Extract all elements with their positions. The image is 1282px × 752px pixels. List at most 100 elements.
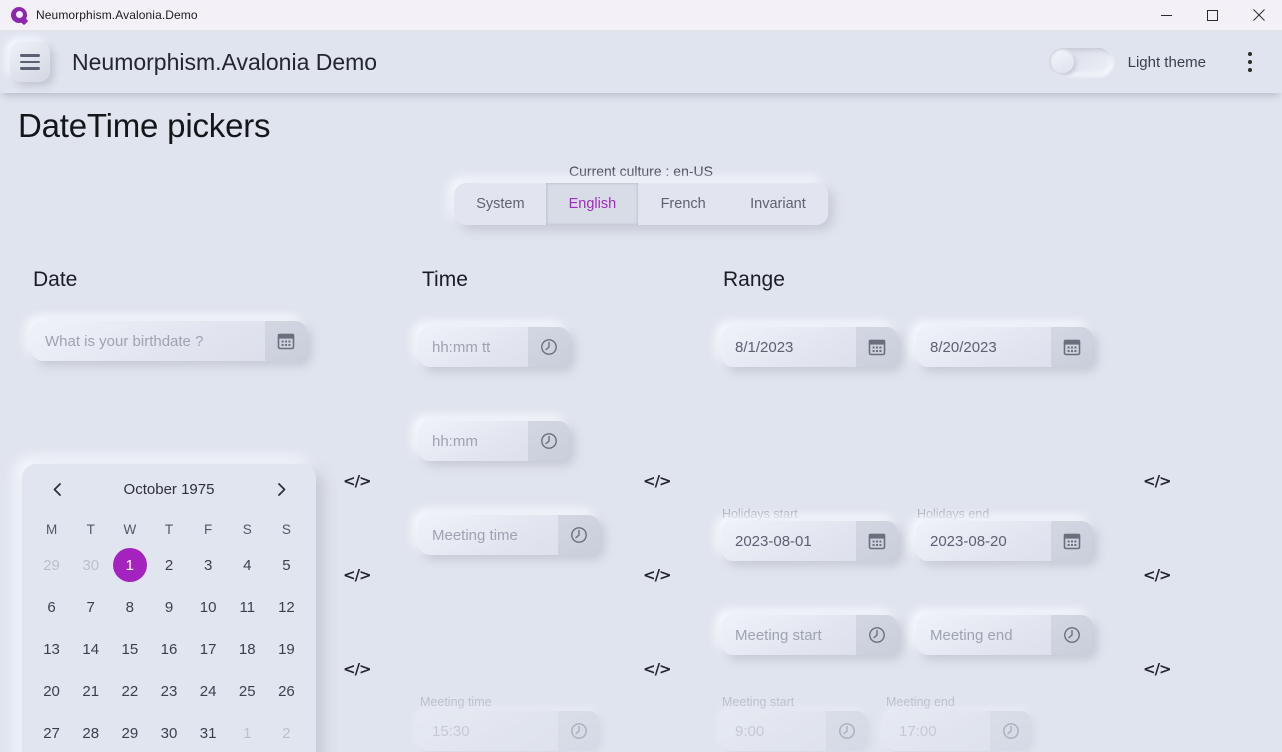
range-start-picker[interactable]: 8/1/2023 (721, 327, 898, 367)
culture-tab-system[interactable]: System (454, 183, 546, 225)
calendar-icon[interactable] (265, 321, 307, 361)
calendar-selected-day[interactable]: 1 (112, 548, 147, 582)
app-header: Neumorphism.Avalonia Demo Light theme (0, 31, 1282, 93)
clock-icon[interactable] (558, 515, 600, 555)
clock-glyph (869, 627, 885, 643)
code-icon-date-1[interactable]: </> (343, 472, 372, 490)
overflow-menu-button[interactable] (1228, 40, 1272, 84)
meeting-end-picker[interactable]: Meeting end (916, 615, 1093, 655)
code-icon-date-2[interactable]: </> (343, 566, 372, 584)
time-24h-input[interactable]: hh:mm (418, 421, 528, 461)
culture-tab-invariant[interactable]: Invariant (728, 183, 828, 225)
range-start-value[interactable]: 8/1/2023 (721, 327, 856, 367)
hamburger-line (20, 60, 40, 64)
calendar-day-cell[interactable]: 27 (32, 712, 71, 752)
meeting-start-input[interactable]: Meeting start (721, 615, 856, 655)
calendar-day-cell[interactable]: 6 (32, 586, 71, 628)
calendar-day-cell[interactable]: 14 (71, 628, 110, 670)
meeting-start-picker[interactable]: Meeting start (721, 615, 898, 655)
birthdate-picker[interactable]: What is your birthdate ? (31, 321, 307, 361)
culture-tab-french[interactable]: French (638, 183, 728, 225)
calendar-day-cell[interactable]: 11 (228, 586, 267, 628)
clock-icon (990, 711, 1032, 751)
calendar-day-cell[interactable]: 1 (110, 544, 149, 586)
kebab-dot (1248, 68, 1252, 72)
calendar-day-cell[interactable]: 8 (110, 586, 149, 628)
calendar-day-cell[interactable]: 22 (110, 670, 149, 712)
meeting-end-input[interactable]: Meeting end (916, 615, 1051, 655)
calendar-day-cell[interactable]: 31 (189, 712, 228, 752)
code-icon-time-2[interactable]: </> (643, 566, 672, 584)
calendar-icon[interactable] (856, 327, 898, 367)
calendar-day-cell[interactable]: 9 (149, 586, 188, 628)
calendar-popup: October 1975 M T W T F S S 29 30 1 2 3 4 5 6 7 8 9… (22, 464, 316, 752)
holidays-start-label: Holidays start (722, 507, 798, 521)
range-end-value[interactable]: 8/20/2023 (916, 327, 1051, 367)
calendar-day-cell[interactable]: 19 (267, 628, 306, 670)
code-icon-time-1[interactable]: </> (643, 472, 672, 490)
calendar-icon[interactable] (1051, 521, 1093, 561)
minimize-button[interactable] (1143, 0, 1189, 31)
calendar-icon[interactable] (856, 521, 898, 561)
calendar-day-cell[interactable]: 21 (71, 670, 110, 712)
code-icon-date-3[interactable]: </> (343, 660, 372, 678)
calendar-day-cell[interactable]: 25 (228, 670, 267, 712)
calendar-icon[interactable] (1051, 327, 1093, 367)
calendar-day-cell[interactable]: 13 (32, 628, 71, 670)
meeting-time-picker[interactable]: Meeting time (418, 515, 600, 555)
time-picker-24h[interactable]: hh:mm (418, 421, 570, 461)
calendar-dow: F (204, 521, 213, 537)
calendar-day-cell[interactable]: 20 (32, 670, 71, 712)
calendar-day-cell[interactable]: 10 (189, 586, 228, 628)
calendar-day-cell[interactable]: 17 (189, 628, 228, 670)
calendar-day-cell[interactable]: 23 (149, 670, 188, 712)
clock-icon[interactable] (528, 421, 570, 461)
birthdate-input[interactable]: What is your birthdate ? (31, 321, 265, 361)
culture-tab-english[interactable]: English (546, 183, 639, 225)
maximize-button[interactable] (1189, 0, 1235, 31)
code-icon-range-3[interactable]: </> (1143, 660, 1172, 678)
meeting-time-input[interactable]: Meeting time (418, 515, 558, 555)
calendar-day-cell[interactable]: 15 (110, 628, 149, 670)
chevron-left-icon (53, 482, 61, 496)
time-picker-12h[interactable]: hh:mm tt (418, 327, 570, 367)
clock-icon[interactable] (528, 327, 570, 367)
menu-hamburger-icon[interactable] (10, 42, 50, 82)
holidays-start-value[interactable]: 2023-08-01 (721, 521, 856, 561)
close-button[interactable] (1235, 0, 1282, 31)
clock-icon (826, 711, 868, 751)
time-12h-input[interactable]: hh:mm tt (418, 327, 528, 367)
calendar-day-cell[interactable]: 26 (267, 670, 306, 712)
calendar-next-month-button[interactable] (268, 476, 294, 502)
code-icon-range-2[interactable]: </> (1143, 566, 1172, 584)
holidays-start-picker[interactable]: 2023-08-01 (721, 521, 898, 561)
calendar-day-cell[interactable]: 16 (149, 628, 188, 670)
meeting-start-disabled-label: Meeting start (722, 695, 795, 709)
calendar-day-cell[interactable]: 3 (189, 544, 228, 586)
clock-glyph (571, 723, 587, 739)
calendar-day-cell[interactable]: 29 (110, 712, 149, 752)
holidays-end-value[interactable]: 2023-08-20 (916, 521, 1051, 561)
clock-icon[interactable] (856, 615, 898, 655)
calendar-day-cell[interactable]: 30 (149, 712, 188, 752)
calendar-day-cell[interactable]: 28 (71, 712, 110, 752)
calendar-day-cell[interactable]: 24 (189, 670, 228, 712)
calendar-prev-month-button[interactable] (44, 476, 70, 502)
calendar-dow: W (123, 521, 137, 537)
calendar-glyph (277, 333, 295, 350)
calendar-day-cell[interactable]: 12 (267, 586, 306, 628)
theme-toggle-switch[interactable] (1048, 48, 1113, 76)
calendar-day-cell[interactable]: 4 (228, 544, 267, 586)
calendar-day-cell[interactable]: 2 (149, 544, 188, 586)
code-icon-time-3[interactable]: </> (643, 660, 672, 678)
calendar-month-year[interactable]: October 1975 (124, 481, 215, 498)
calendar-day-cell[interactable]: 18 (228, 628, 267, 670)
code-icon-range-1[interactable]: </> (1143, 472, 1172, 490)
calendar-day-cell[interactable]: 7 (71, 586, 110, 628)
clock-icon[interactable] (1051, 615, 1093, 655)
calendar-day-cell[interactable]: 5 (267, 544, 306, 586)
page-content: DateTime pickers Current culture : en-US… (0, 93, 1282, 752)
clock-glyph (1003, 723, 1019, 739)
range-end-picker[interactable]: 8/20/2023 (916, 327, 1093, 367)
holidays-end-picker[interactable]: 2023-08-20 (916, 521, 1093, 561)
